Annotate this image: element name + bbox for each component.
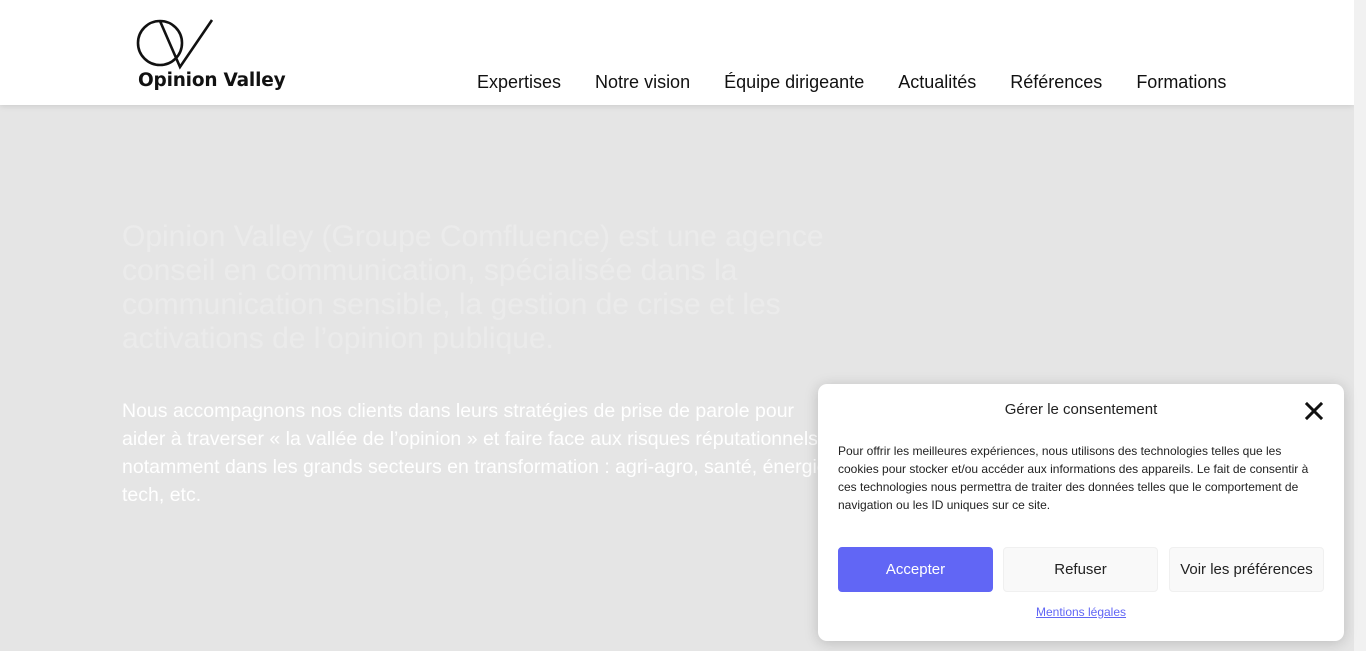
legal-notice-link[interactable]: Mentions légales: [818, 605, 1344, 619]
logo-mark-icon: [136, 19, 214, 70]
hero-heading: Opinion Valley (Groupe Comfluence) est u…: [122, 220, 824, 355]
consent-text: Pour offrir les meilleures expériences, …: [838, 444, 1309, 512]
refuse-button[interactable]: Refuser: [1003, 547, 1158, 592]
consent-title: Gérer le consentement: [1004, 401, 1158, 418]
nav-item-actualites[interactable]: Actualités: [898, 72, 976, 93]
nav-item-expertises[interactable]: Expertises: [477, 72, 561, 93]
logo-text: Opinion Valley: [138, 70, 286, 91]
site-header: Opinion Valley Expertises Notre vision É…: [0, 0, 1354, 105]
nav-item-references[interactable]: Références: [1010, 72, 1102, 93]
main-nav: Expertises Notre vision Équipe dirigeant…: [477, 72, 1226, 93]
view-preferences-button[interactable]: Voir les préférences: [1169, 547, 1324, 592]
cookie-consent-dialog: Gérer le consentement Pour offrir les me…: [818, 384, 1344, 641]
nav-item-notre-vision[interactable]: Notre vision: [595, 72, 690, 93]
page: Opinion Valley Expertises Notre vision É…: [0, 0, 1366, 651]
nav-item-formations[interactable]: Formations: [1136, 72, 1226, 93]
accept-button[interactable]: Accepter: [838, 547, 993, 592]
nav-item-equipe-dirigeante[interactable]: Équipe dirigeante: [724, 72, 864, 93]
logo[interactable]: Opinion Valley: [136, 18, 286, 98]
close-icon[interactable]: [1304, 401, 1324, 421]
hero-body: Nous accompagnons nos clients dans leurs…: [122, 400, 834, 506]
scrollbar[interactable]: [1354, 0, 1366, 651]
